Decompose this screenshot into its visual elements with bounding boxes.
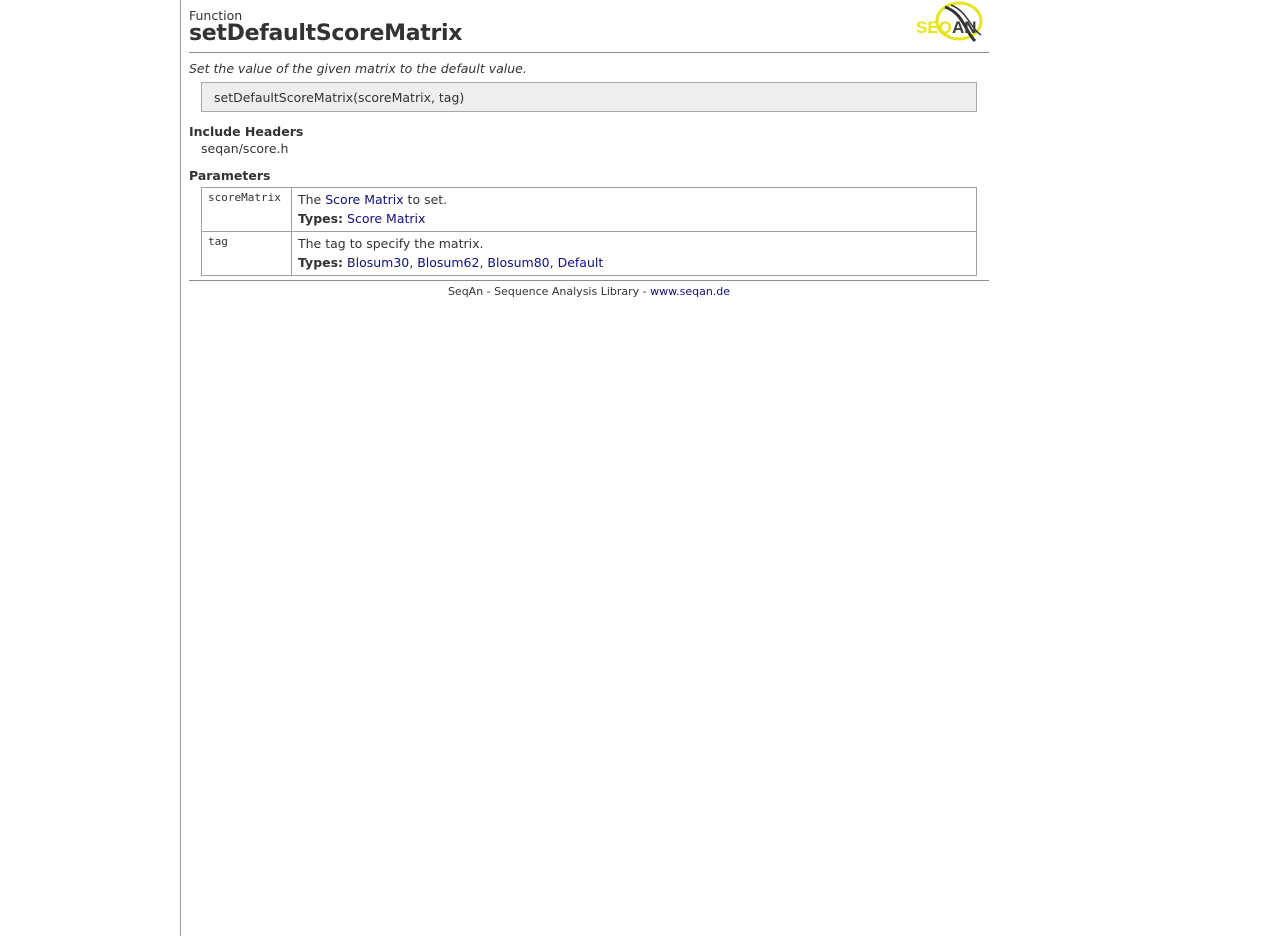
svg-text:SEQ: SEQ	[916, 18, 952, 37]
parameters-heading: Parameters	[189, 168, 271, 183]
param-types-line: Types: Blosum30, Blosum62, Blosum80, Def…	[298, 253, 970, 272]
param-desc-text: The tag to specify the matrix.	[298, 236, 484, 251]
table-row: scoreMatrix The Score Matrix to set. Typ…	[201, 187, 977, 232]
include-headers-heading: Include Headers	[189, 124, 304, 139]
type-link-default[interactable]: Default	[558, 255, 604, 270]
score-matrix-link[interactable]: Score Matrix	[325, 192, 403, 207]
param-desc-line: The Score Matrix to set.	[298, 190, 970, 209]
seqan-logo[interactable]: SEQ AN	[915, 1, 987, 45]
param-description: The tag to specify the matrix. Types: Bl…	[291, 231, 977, 276]
table-row: tag The tag to specify the matrix. Types…	[201, 231, 977, 276]
param-types-line: Types: Score Matrix	[298, 209, 970, 228]
type-link-blosum30[interactable]: Blosum30	[347, 255, 409, 270]
footer-text: SeqAn - Sequence Analysis Library -	[447, 285, 651, 298]
page-title: setDefaultScoreMatrix	[189, 21, 463, 46]
type-link-blosum62[interactable]: Blosum62	[417, 255, 479, 270]
page-header: Function setDefaultScoreMatrix SEQ AN	[189, 0, 989, 53]
separator: ,	[549, 255, 558, 270]
svg-text:AN: AN	[952, 18, 977, 37]
footer-website-link[interactable]: www.seqan.de	[650, 285, 730, 298]
parameters-table: scoreMatrix The Score Matrix to set. Typ…	[201, 187, 977, 276]
doc-page: Function setDefaultScoreMatrix SEQ AN Se…	[189, 0, 989, 298]
types-label: Types:	[298, 211, 344, 226]
param-name: scoreMatrix	[201, 187, 292, 232]
types-label: Types:	[298, 255, 344, 270]
type-link-blosum80[interactable]: Blosum80	[487, 255, 549, 270]
function-summary: Set the value of the given matrix to the…	[189, 61, 527, 76]
param-description: The Score Matrix to set. Types: Score Ma…	[291, 187, 977, 232]
left-border-line	[180, 0, 181, 936]
type-link-score-matrix[interactable]: Score Matrix	[347, 211, 425, 226]
page-footer: SeqAn - Sequence Analysis Library - www.…	[189, 280, 989, 298]
param-desc-text: The	[298, 192, 326, 207]
param-desc-text: to set.	[403, 192, 448, 207]
param-name: tag	[201, 231, 292, 276]
function-signature: setDefaultScoreMatrix(scoreMatrix, tag)	[201, 82, 977, 112]
include-header-item: seqan/score.h	[201, 141, 289, 156]
